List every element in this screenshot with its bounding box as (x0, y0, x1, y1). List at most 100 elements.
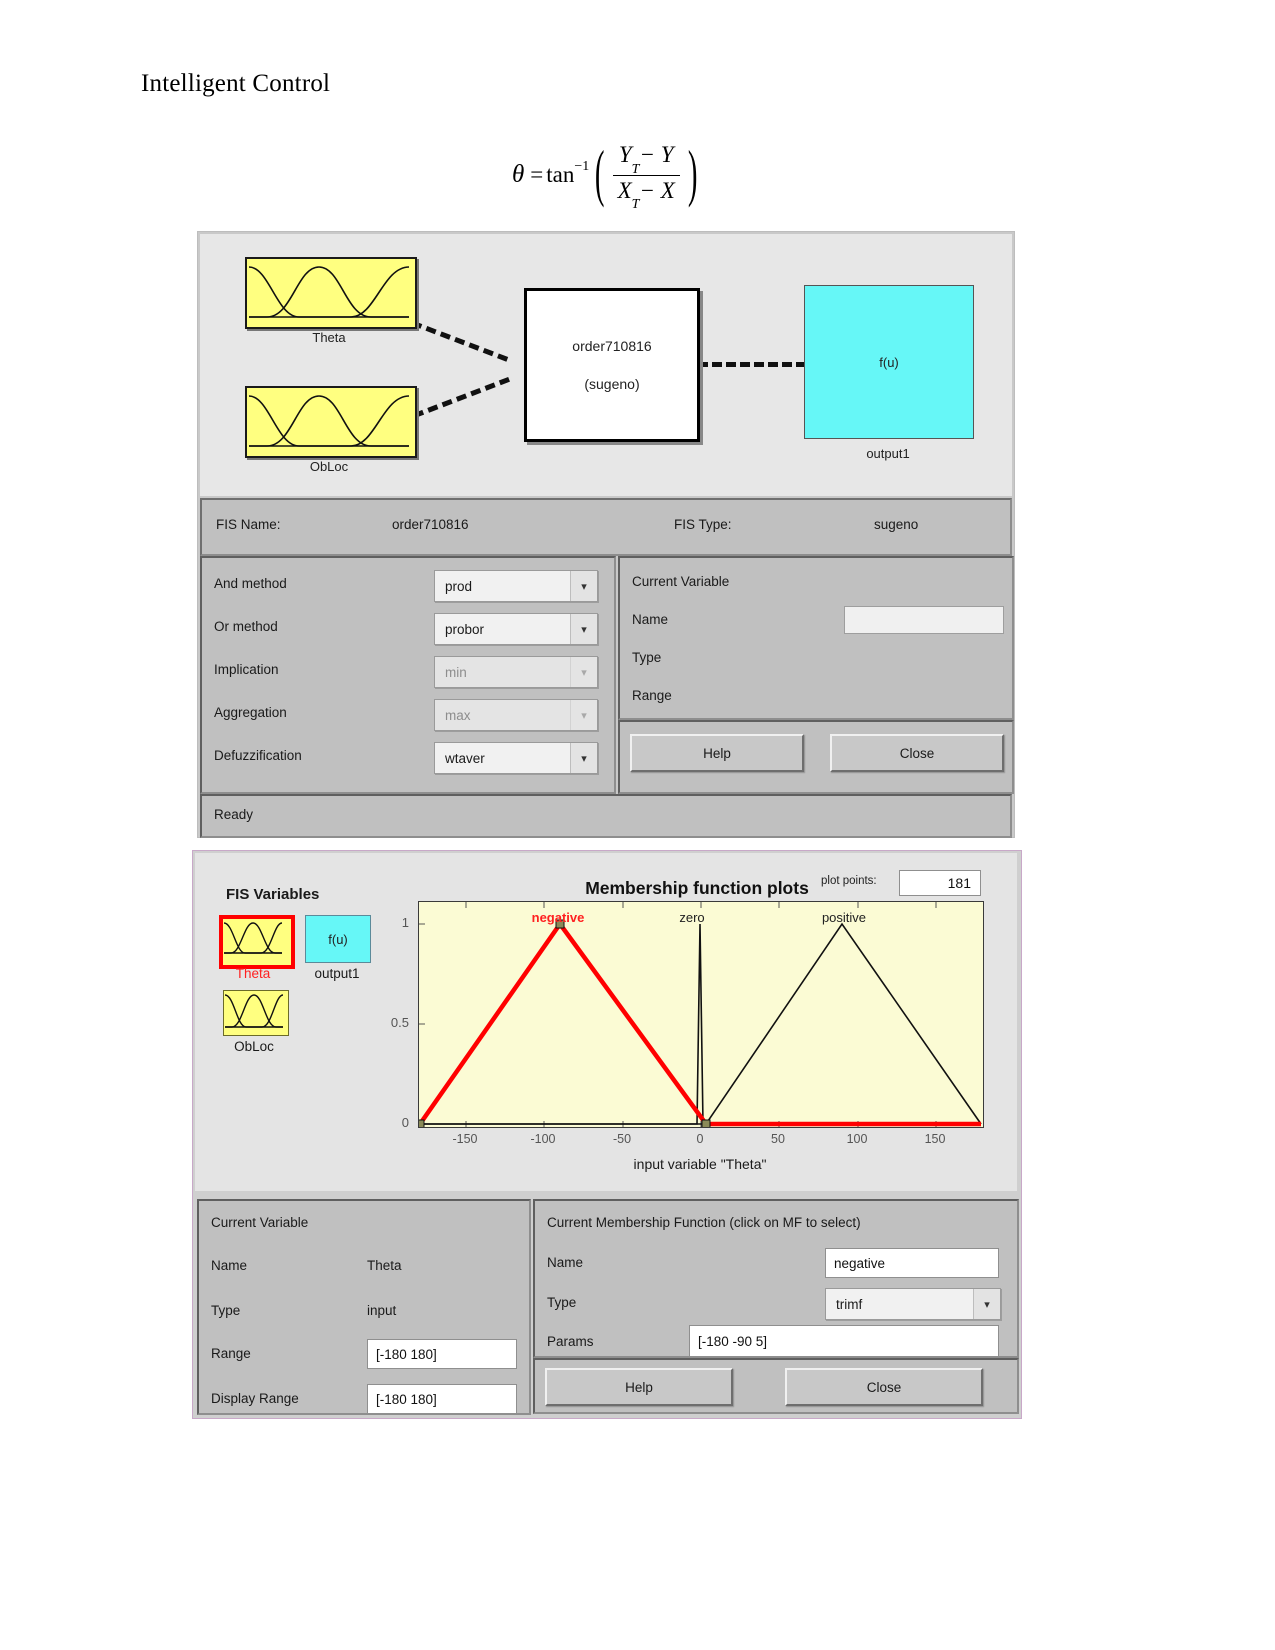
or-method-select[interactable]: probor ▾ (434, 613, 598, 645)
mf-variable-thumb-output1[interactable]: f(u) (305, 915, 371, 963)
mf-plot-axes[interactable] (418, 901, 984, 1128)
current-variable-heading: Current Variable (632, 574, 730, 589)
mf-variable-label-theta: Theta (235, 966, 271, 981)
fis-output-box[interactable]: f(u) (804, 285, 974, 439)
mf-annotation-negative: negative (531, 910, 585, 925)
mf-variable-display-range-label: Display Range (211, 1391, 299, 1406)
equation-fraction: YT− Y XT− X (612, 140, 681, 213)
mf-xtick-50: 50 (771, 1132, 785, 1146)
chevron-down-icon: ▾ (570, 700, 597, 730)
page-root: Intelligent Control θ = tan −1 ( YT− Y X… (0, 0, 1275, 1650)
equation-den-sub: T (631, 197, 640, 213)
mf-type-label: Type (547, 1295, 577, 1310)
mf-name-input[interactable]: negative (825, 1248, 999, 1278)
mf-variable-thumb-theta[interactable] (219, 915, 295, 969)
equation-num-sub: T (631, 161, 640, 177)
fis-system-type: (sugeno) (584, 376, 640, 392)
mf-variable-range-input[interactable]: [-180 180] (367, 1339, 517, 1369)
fis-system-name: order710816 (572, 338, 652, 354)
mf-close-button[interactable]: Close (785, 1368, 983, 1406)
fis-current-variable-panel: Current Variable Name Type Range (618, 556, 1014, 720)
plot-points-label: plot points: (821, 875, 877, 887)
and-method-value: prod (445, 578, 473, 594)
mf-editor-window: FIS Variables Theta f(u) output1 ObLoc M… (192, 850, 1022, 1419)
mf-name-label: Name (547, 1255, 584, 1270)
mf-variable-thumb-obloc[interactable] (223, 990, 289, 1036)
or-method-label: Or method (214, 619, 278, 634)
fis-variables-heading: FIS Variables (226, 886, 320, 903)
fis-diagram: Theta ObLoc order710816 (sugeno) f(u) ou… (200, 234, 1012, 496)
mf-curves-thumb-icon (248, 266, 410, 318)
mf-variable-name-label: Name (211, 1258, 248, 1273)
mf-ytick-0.5: 0.5 (390, 1015, 409, 1030)
aggregation-select: max ▾ (434, 699, 598, 731)
mf-annotation-positive: positive (821, 910, 867, 925)
mf-variable-type-label: Type (211, 1303, 241, 1318)
mf-editor-top-region: FIS Variables Theta f(u) output1 ObLoc M… (195, 853, 1017, 1191)
mf-params-input[interactable]: [-180 -90 5] (689, 1325, 999, 1357)
fis-editor-window: Theta ObLoc order710816 (sugeno) f(u) ou… (197, 231, 1015, 838)
mf-annotation-zero: zero (679, 910, 705, 925)
aggregation-label: Aggregation (214, 705, 287, 720)
fis-type-label: FIS Type: (674, 517, 732, 532)
mf-curves-thumb-icon (223, 922, 283, 954)
chevron-down-icon: ▾ (570, 614, 597, 644)
current-variable-name-field[interactable] (844, 606, 1004, 634)
fis-methods-panel: And method Or method Implication Aggrega… (200, 556, 616, 794)
implication-select: min ▾ (434, 656, 598, 688)
fis-close-button[interactable]: Close (830, 734, 1004, 772)
mf-current-function-panel: Current Membership Function (click on MF… (533, 1199, 1019, 1358)
fis-name-bar: FIS Name: order710816 FIS Type: sugeno (200, 498, 1012, 556)
chevron-down-icon: ▾ (570, 743, 597, 773)
plot-points-input[interactable]: 181 (899, 870, 981, 896)
equation-numerator: YT− Y (612, 140, 680, 177)
and-method-select[interactable]: prod ▾ (434, 570, 598, 602)
fis-status-bar: Ready (200, 794, 1012, 838)
fis-output-label: output1 (866, 446, 910, 461)
aggregation-value: max (445, 707, 471, 723)
mf-current-variable-panel: Current Variable Name Theta Type input R… (197, 1199, 531, 1415)
equation-theta-symbol: θ (512, 161, 525, 189)
equation-den-rest: − X (639, 177, 675, 203)
current-variable-type-label: Type (632, 650, 662, 665)
fis-input-box-obloc[interactable] (245, 386, 417, 458)
equation-exponent: −1 (574, 159, 590, 175)
fis-input-label-obloc: ObLoc (309, 459, 349, 474)
mf-xtick-0: 0 (696, 1132, 704, 1146)
mf-plot-curves (419, 902, 982, 1127)
implication-value: min (445, 664, 467, 680)
implication-label: Implication (214, 662, 279, 677)
chevron-down-icon: ▾ (973, 1289, 1000, 1319)
equation-equals: = (530, 162, 544, 188)
connector-rule-to-output (698, 362, 806, 367)
mf-type-value: trimf (836, 1296, 863, 1312)
defuzzification-label: Defuzzification (214, 748, 302, 763)
mf-xtick--50: -50 (612, 1132, 632, 1146)
equation-tan: tan (546, 162, 575, 188)
fis-status-text: Ready (214, 807, 254, 822)
mf-variable-range-label: Range (211, 1346, 251, 1361)
fis-system-box[interactable]: order710816 (sugeno) (524, 288, 700, 442)
defuzzification-select[interactable]: wtaver ▾ (434, 742, 598, 774)
current-variable-range-label: Range (632, 688, 672, 703)
mf-help-button[interactable]: Help (545, 1368, 733, 1406)
fis-type-value: sugeno (874, 517, 919, 532)
fis-name-label: FIS Name: (216, 517, 281, 532)
mf-xtick-150: 150 (924, 1132, 946, 1146)
equation-den-x: X (617, 177, 632, 203)
mf-params-label: Params (547, 1334, 594, 1349)
defuzzification-value: wtaver (445, 750, 485, 766)
mf-type-select[interactable]: trimf ▾ (825, 1288, 1001, 1320)
fis-help-button[interactable]: Help (630, 734, 804, 772)
fis-name-value: order710816 (392, 517, 469, 532)
mf-curves-thumb-icon (224, 994, 284, 1028)
mf-ytick-0: 0 (401, 1115, 409, 1130)
mf-xtick--100: -100 (530, 1132, 556, 1146)
fis-input-box-theta[interactable] (245, 257, 417, 329)
and-method-label: And method (214, 576, 287, 591)
or-method-value: probor (445, 621, 485, 637)
mf-current-variable-heading: Current Variable (211, 1215, 309, 1230)
fis-output-expr: f(u) (879, 354, 899, 370)
chevron-down-icon: ▾ (570, 657, 597, 687)
mf-variable-display-range-input[interactable]: [-180 180] (367, 1384, 517, 1414)
